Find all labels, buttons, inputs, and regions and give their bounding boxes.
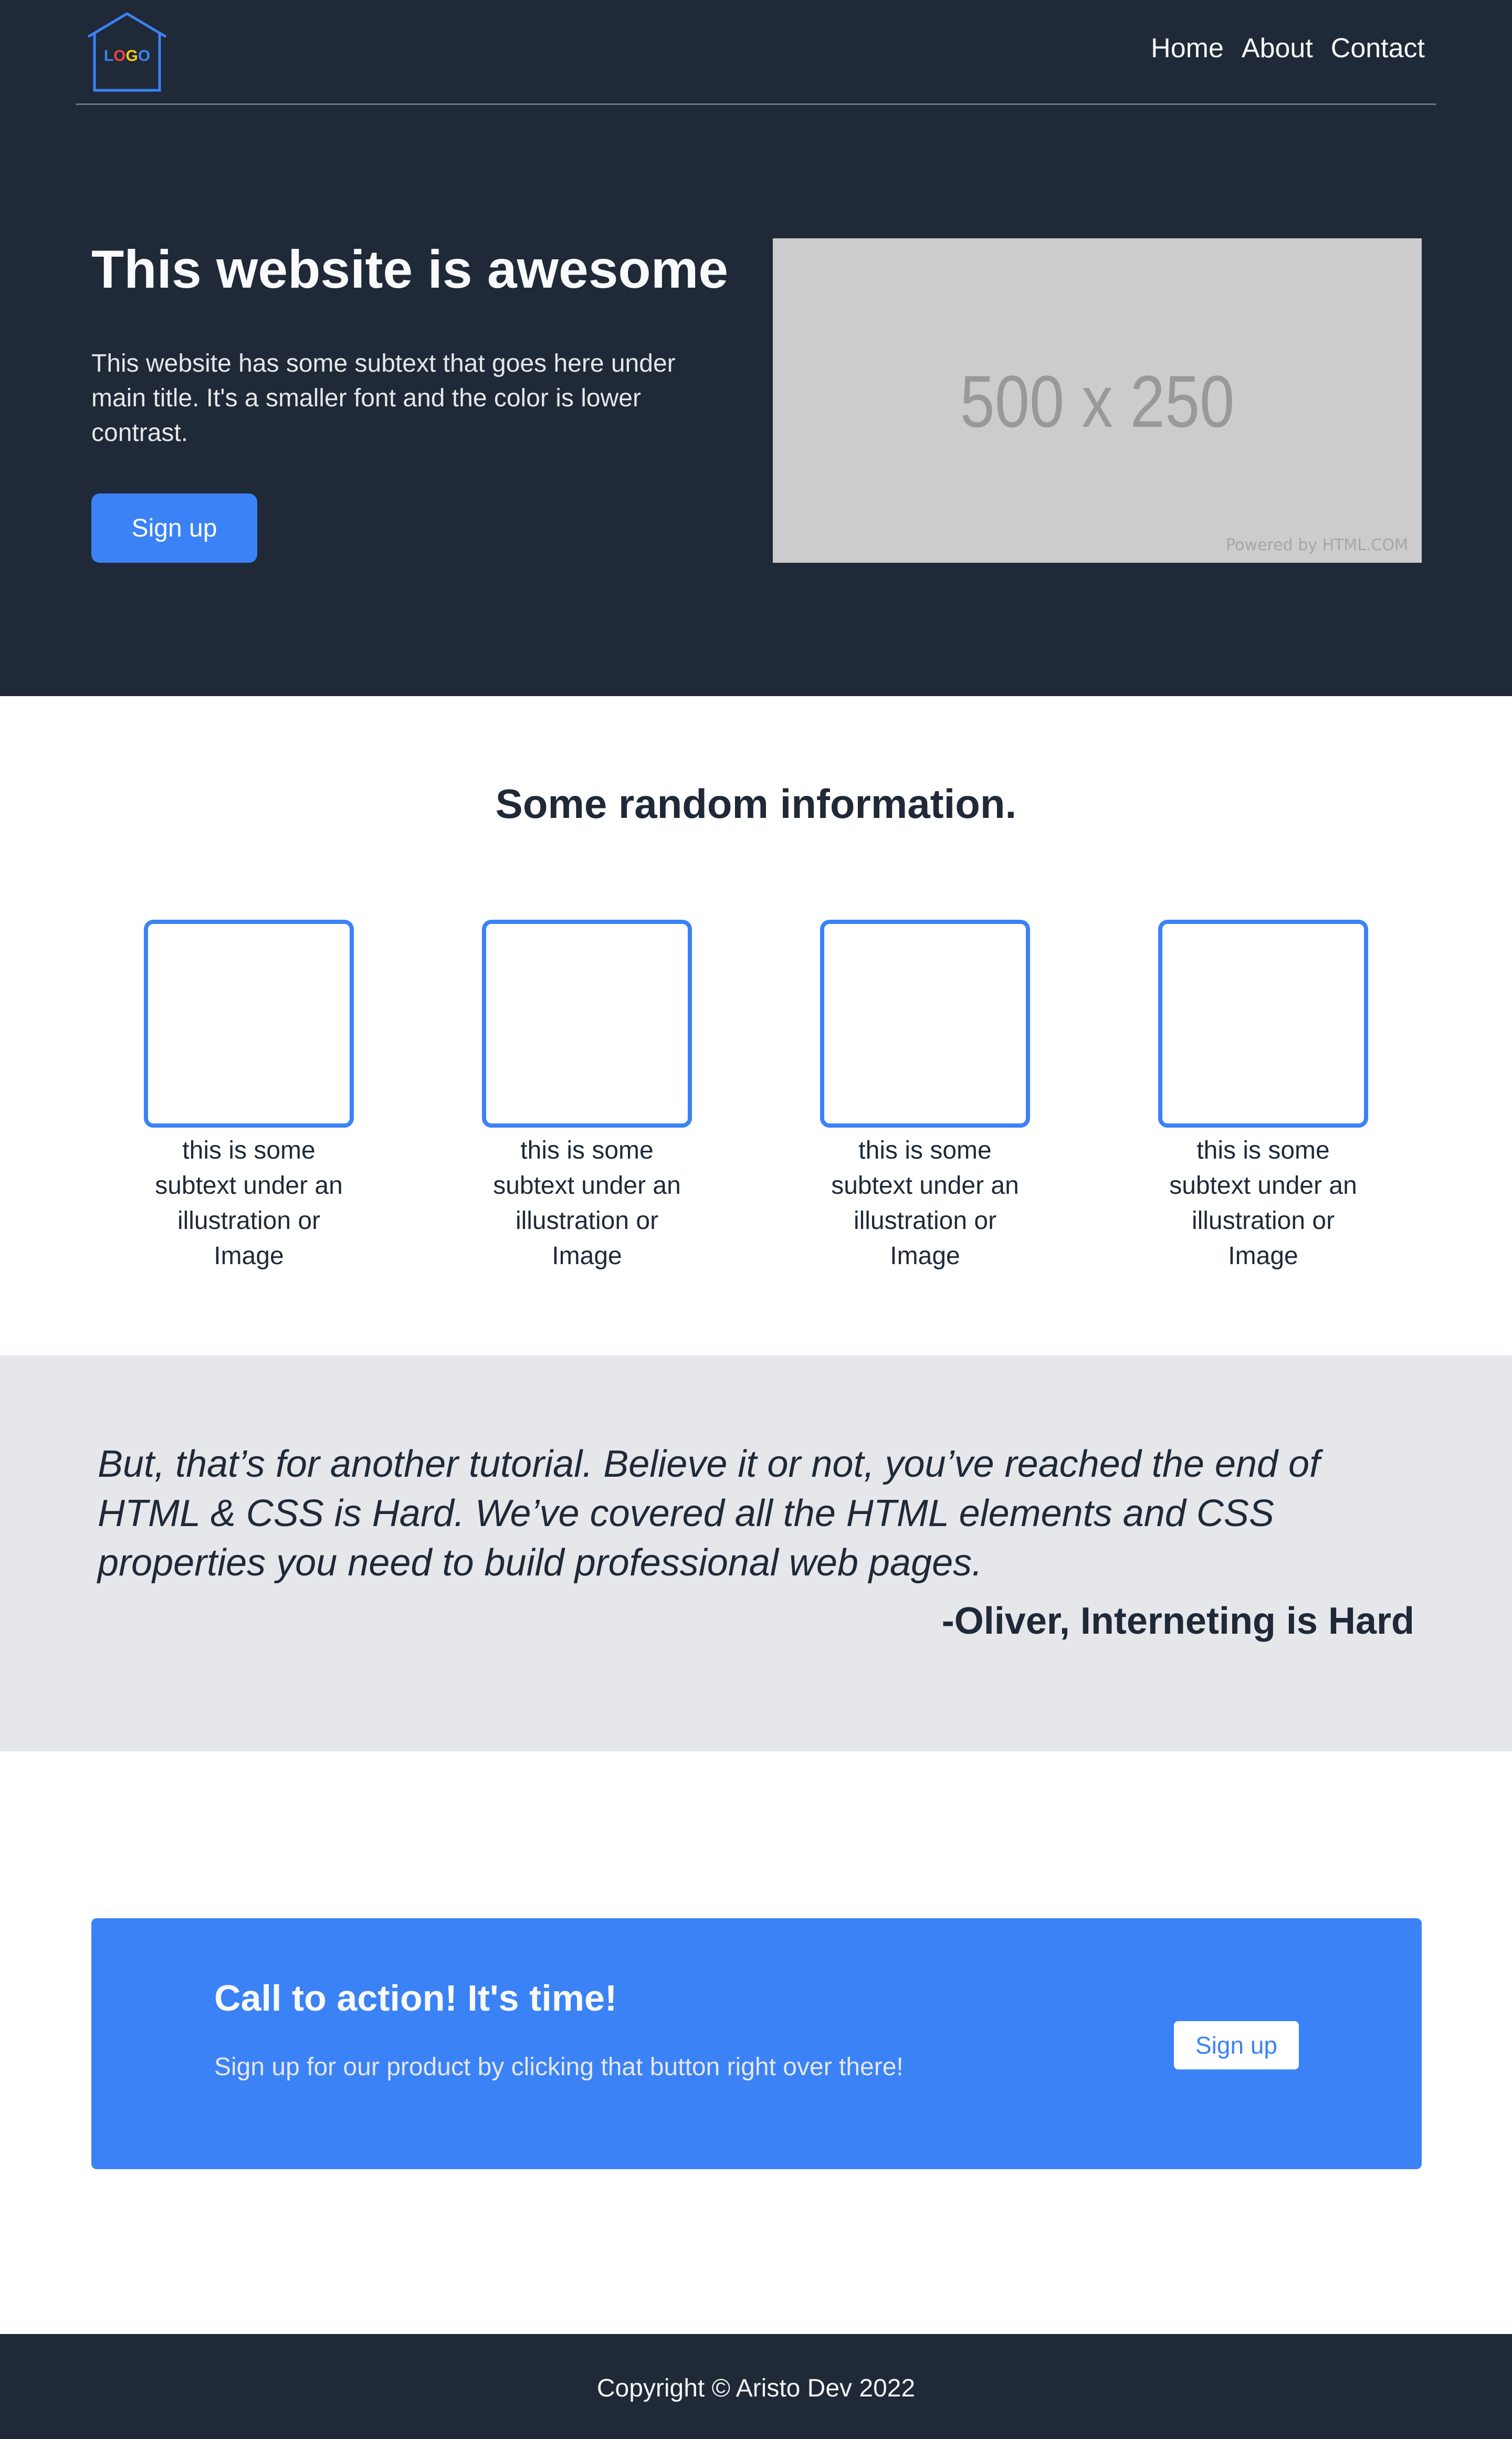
cta-subtext: Sign up for our product by clicking that… xyxy=(214,2053,904,2081)
info-card-caption: this is some subtext under an illustrati… xyxy=(831,1137,1019,1270)
info-card-caption: this is some subtext under an illustrati… xyxy=(155,1137,343,1270)
info-card-caption: this is some subtext under an illustrati… xyxy=(493,1137,681,1270)
main-nav: Home About Contact xyxy=(1151,33,1425,64)
house-logo-icon[interactable]: LOGO xyxy=(85,12,169,92)
illustration-frame xyxy=(144,920,354,1128)
info-section: Some random information. this is some su… xyxy=(0,696,1512,1355)
quote-author: -Oliver, Interneting is Hard xyxy=(941,1600,1414,1642)
nav-contact-link[interactable]: Contact xyxy=(1331,33,1425,64)
cta-title: Call to action! It's time! xyxy=(214,1978,617,2019)
logo-letter: G xyxy=(125,47,138,65)
hero-signup-button[interactable]: Sign up xyxy=(91,493,257,563)
cta-section: Call to action! It's time! Sign up for o… xyxy=(0,1751,1512,2334)
footer: Copyright © Aristo Dev 2022 xyxy=(0,2334,1512,2439)
info-card: this is some subtext under an illustrati… xyxy=(482,920,692,1274)
illustration-frame xyxy=(482,920,692,1128)
info-card: this is some subtext under an illustrati… xyxy=(820,920,1030,1274)
placeholder-powered-by: Powered by HTML.COM xyxy=(1226,536,1408,554)
logo-letter: O xyxy=(138,47,150,65)
info-card: this is some subtext under an illustrati… xyxy=(1158,920,1368,1274)
svg-text:LOGO: LOGO xyxy=(104,47,150,65)
hero-title: This website is awesome xyxy=(91,239,729,299)
illustration-frame xyxy=(1158,920,1368,1128)
placeholder-size-label: 500 x 250 xyxy=(960,360,1235,443)
hero-subtext: This website has some subtext that goes … xyxy=(91,350,676,447)
cta-box: Call to action! It's time! Sign up for o… xyxy=(91,1918,1422,2169)
logo-letter: O xyxy=(113,47,125,65)
cta-signup-button[interactable]: Sign up xyxy=(1174,2021,1299,2069)
nav-divider xyxy=(76,103,1436,105)
footer-copyright: Copyright © Aristo Dev 2022 xyxy=(596,2374,916,2402)
hero-placeholder-image: 500 x 250 Powered by HTML.COM xyxy=(773,238,1422,563)
logo-letter: L xyxy=(104,47,113,65)
info-card-caption: this is some subtext under an illustrati… xyxy=(1169,1137,1357,1270)
nav-home-link[interactable]: Home xyxy=(1151,33,1224,64)
hero-section: LOGO Home About Contact This website is … xyxy=(0,0,1512,696)
info-card: this is some subtext under an illustrati… xyxy=(144,920,354,1274)
illustration-frame xyxy=(820,920,1030,1128)
quote-text: But, that’s for another tutorial. Believ… xyxy=(98,1443,1320,1584)
info-heading: Some random information. xyxy=(495,781,1017,827)
nav-about-link[interactable]: About xyxy=(1242,33,1313,64)
quote-section: But, that’s for another tutorial. Believ… xyxy=(0,1355,1512,1751)
